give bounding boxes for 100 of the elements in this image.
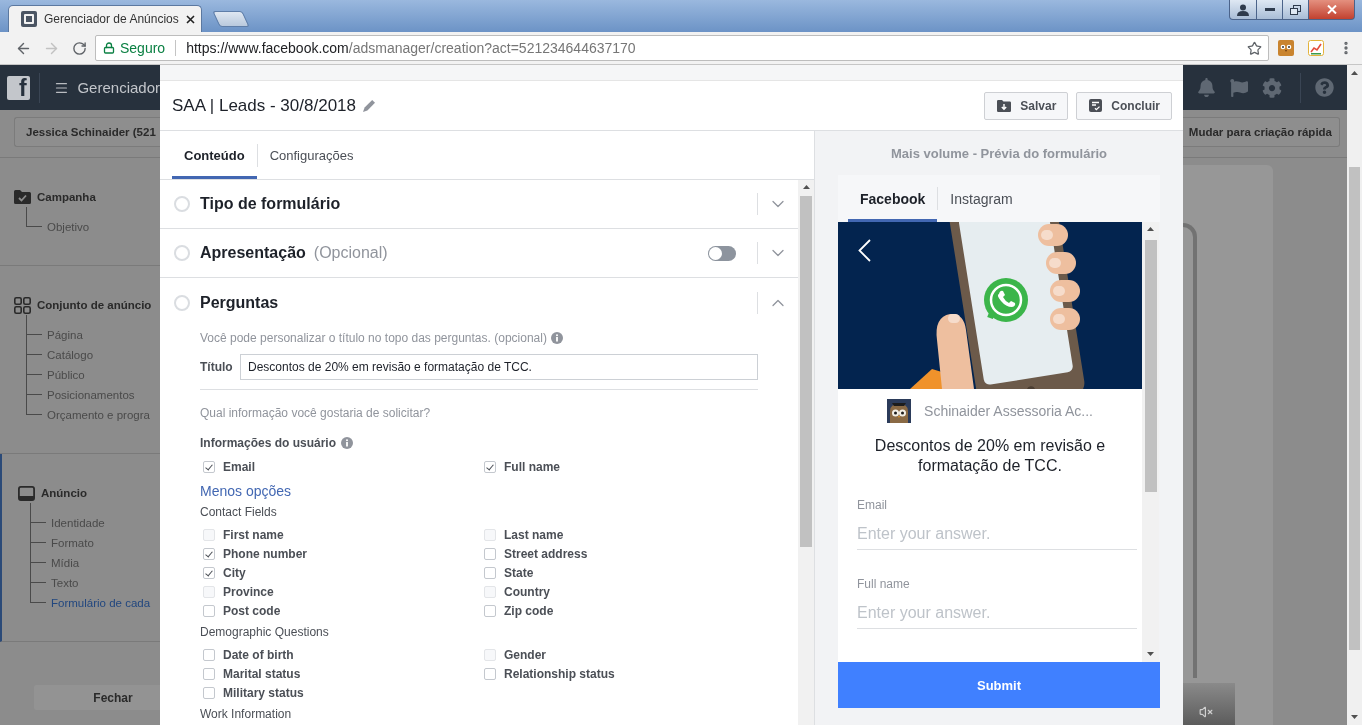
radio-button[interactable]: [174, 294, 190, 311]
sidebar-section-title[interactable]: Anúncio: [41, 487, 87, 499]
sidebar-section-title[interactable]: Campanha: [37, 191, 96, 203]
owl-avatar-icon: [887, 399, 912, 423]
checkbox-label: First name: [223, 527, 284, 542]
info-icon[interactable]: [550, 332, 563, 344]
submit-button[interactable]: Submit: [838, 662, 1160, 708]
checkbox[interactable]: [484, 566, 496, 579]
flag-icon[interactable]: [1230, 78, 1248, 97]
answer-field[interactable]: Enter your answer.: [857, 597, 1137, 629]
scroll-up-icon[interactable]: [1351, 71, 1358, 75]
minimize-icon[interactable]: [1264, 8, 1275, 11]
checkbox-label: Date of birth: [223, 647, 294, 662]
folder-download-icon: [997, 99, 1012, 112]
new-tab-button[interactable]: [212, 11, 250, 27]
star-icon[interactable]: [1247, 40, 1262, 56]
checklist-icon: [1089, 99, 1103, 112]
pencil-icon[interactable]: [363, 99, 375, 112]
section-note: (Opcional): [313, 244, 388, 262]
browser-tab[interactable]: Gerenciador de Anúncios: [8, 5, 202, 32]
sidebar-item[interactable]: Catálogo: [47, 345, 94, 365]
reload-icon[interactable]: [71, 40, 87, 56]
tree-connector-line: [26, 395, 42, 415]
scroll-up-icon[interactable]: [1147, 227, 1154, 231]
settings-icon[interactable]: [1262, 77, 1282, 98]
less-options-link[interactable]: Menos opções: [200, 482, 292, 500]
folder-check-icon: [14, 190, 31, 204]
save-button[interactable]: Salvar: [984, 91, 1069, 120]
checkbox[interactable]: [484, 604, 496, 617]
preview-title: Mais volume - Prévia do formulário: [891, 146, 1107, 162]
field-label: Email: [857, 497, 887, 513]
section-title[interactable]: Apresentação: [200, 244, 306, 262]
sidebar-item[interactable]: Formulário de cada: [51, 593, 151, 613]
info-icon[interactable]: [341, 437, 354, 449]
person-icon[interactable]: [1237, 3, 1249, 16]
close-icon[interactable]: [186, 14, 195, 24]
checkbox-label: Phone number: [223, 546, 307, 561]
f-logo[interactable]: f: [7, 75, 30, 100]
tree-connector-line: [26, 375, 42, 395]
tab[interactable]: Instagram: [938, 175, 1025, 222]
account-button[interactable]: Jessica Schinaider (521: [14, 117, 160, 147]
app-title: Gerenciador: [77, 79, 160, 96]
sidebar-item[interactable]: Posicionamentos: [47, 385, 135, 405]
toggle-switch[interactable]: [708, 245, 736, 261]
tree-connector-line: [26, 355, 42, 375]
tab[interactable]: Configurações: [257, 131, 366, 179]
sidebar-item[interactable]: Público: [47, 365, 85, 385]
checkbox[interactable]: [203, 460, 215, 473]
checkbox[interactable]: [203, 547, 215, 560]
sidebar-item[interactable]: Formato: [51, 533, 94, 553]
sidebar-item[interactable]: Identidade: [51, 513, 105, 533]
help-icon[interactable]: [1315, 78, 1334, 97]
section-title[interactable]: Perguntas: [200, 293, 279, 312]
bell-icon[interactable]: [1197, 78, 1216, 97]
chart-extension-icon[interactable]: [1308, 40, 1324, 56]
url-text: https://www.facebook.com/adsmanager/creation?act=521234644637170: [186, 40, 636, 56]
sidebar-section-title[interactable]: Conjunto de anúncio: [37, 299, 152, 311]
sidebar-item[interactable]: Orçamento e progra: [47, 405, 150, 425]
restore-icon[interactable]: [1290, 4, 1301, 15]
answer-field[interactable]: Enter your answer.: [857, 518, 1137, 550]
title-label: Título: [200, 360, 234, 374]
scroll-down-icon[interactable]: [1147, 652, 1154, 656]
sidebar-item[interactable]: Página: [47, 325, 83, 345]
checkbox[interactable]: [484, 460, 496, 473]
tab[interactable]: Conteúdo: [172, 131, 257, 179]
checkbox[interactable]: [203, 604, 215, 617]
close-button[interactable]: Fechar: [34, 685, 160, 710]
checkbox-label: Military status: [223, 685, 304, 700]
section-title[interactable]: Tipo de formulário: [200, 195, 341, 213]
scrollbar-thumb[interactable]: [800, 196, 812, 547]
tree-connector-line: [30, 523, 46, 543]
sidebar-item[interactable]: Mídia: [51, 553, 80, 573]
radio-button[interactable]: [174, 196, 190, 212]
checkbox-label: Zip code: [504, 603, 554, 618]
sidebar-item[interactable]: Texto: [51, 573, 79, 593]
address-bar[interactable]: Seguro https://www.facebook.com/adsmanager/creation?act=521234644637170: [95, 35, 1269, 61]
checkbox-label: Full name: [504, 459, 560, 474]
scroll-down-icon[interactable]: [1351, 715, 1358, 719]
radio-button[interactable]: [174, 245, 190, 261]
sidebar-item[interactable]: Objetivo: [47, 217, 90, 237]
checkbox[interactable]: [484, 547, 496, 560]
security-label: Seguro: [120, 40, 166, 56]
owl-extension-icon[interactable]: [1278, 40, 1294, 56]
checkbox[interactable]: [203, 686, 215, 699]
page-favicon-icon: [21, 11, 37, 27]
checkbox[interactable]: [203, 566, 215, 579]
muted-speaker-icon[interactable]: [1199, 705, 1213, 719]
checkbox[interactable]: [203, 648, 215, 661]
scrollbar-thumb[interactable]: [1349, 167, 1360, 650]
finish-button[interactable]: Concluir: [1076, 91, 1172, 120]
back-chevron-icon[interactable]: [858, 239, 871, 262]
scroll-up-icon[interactable]: [802, 185, 810, 189]
close-window-icon[interactable]: [1326, 5, 1337, 14]
checkbox[interactable]: [484, 667, 496, 680]
checkbox[interactable]: [203, 667, 215, 680]
scrollbar-thumb[interactable]: [1144, 240, 1157, 492]
quick-create-button[interactable]: Mudar para criação rápida: [1183, 117, 1340, 147]
title-input[interactable]: Descontos de 20% em revisão e formatação de TCC.: [240, 354, 758, 380]
hint-text: Você pode personalizar o título no topo das perguntas. (opcional): [200, 331, 547, 345]
checkbox-label: Gender: [504, 647, 546, 662]
